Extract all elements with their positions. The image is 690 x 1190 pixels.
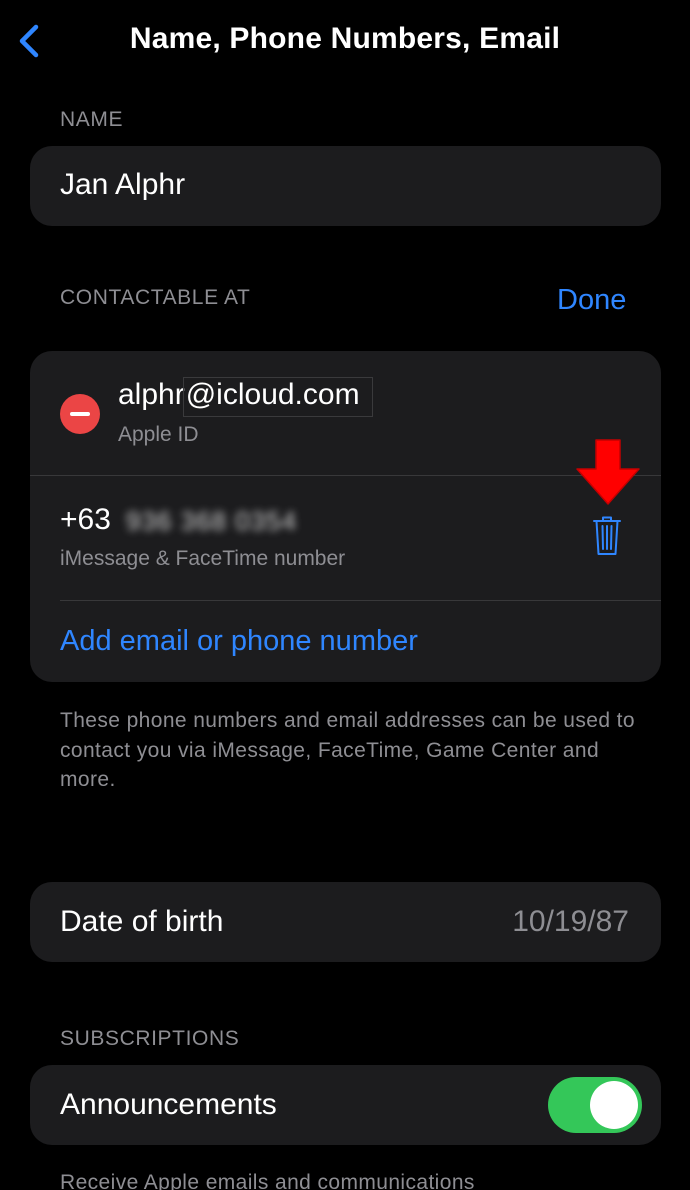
nav-bar: Name, Phone Numbers, Email (0, 0, 690, 84)
email-domain: @icloud.com (182, 377, 373, 417)
row-divider (30, 475, 661, 476)
phone-number-blurred: 936 368 0354 (126, 506, 298, 536)
name-card[interactable]: Jan Alphr (30, 146, 661, 226)
date-of-birth-row[interactable]: Date of birth 10/19/87 (30, 882, 661, 962)
announcements-toggle[interactable] (548, 1077, 642, 1133)
page-title: Name, Phone Numbers, Email (129, 22, 561, 55)
dob-label: Date of birth (60, 905, 224, 938)
contactable-section-label: CONTACTABLE AT (60, 286, 251, 309)
name-section-label: NAME (60, 108, 124, 131)
email-subtitle: Apple ID (118, 423, 199, 446)
dob-value: 10/19/87 (512, 905, 629, 938)
announcements-row: Announcements (30, 1065, 661, 1145)
row-divider (60, 600, 661, 601)
subscriptions-footnote: Receive Apple emails and communications (60, 1171, 475, 1190)
phone-subtitle: iMessage & FaceTime number (60, 547, 346, 570)
phone-prefix: +63 (60, 503, 111, 536)
settings-page: Name, Phone Numbers, Email NAME Jan Alph… (0, 0, 690, 1190)
red-arrow-down-icon (576, 439, 640, 505)
add-email-or-phone-link[interactable]: Add email or phone number (60, 625, 418, 658)
announcements-label: Announcements (60, 1088, 277, 1121)
delete-phone-button[interactable] (592, 515, 622, 557)
trash-icon (593, 516, 621, 555)
email-user: alphr (118, 378, 185, 411)
email-value: alphr@icloud.com (118, 377, 373, 417)
contactable-footnote: These phone numbers and email addresses … (60, 709, 635, 791)
toggle-knob (590, 1081, 638, 1129)
done-button[interactable]: Done (557, 284, 626, 317)
remove-email-button[interactable] (60, 394, 100, 434)
name-value: Jan Alphr (60, 168, 186, 201)
subscriptions-section-label: SUBSCRIPTIONS (60, 1027, 240, 1050)
contact-card: alphr@icloud.com Apple ID +63 936 368 03… (30, 351, 661, 682)
